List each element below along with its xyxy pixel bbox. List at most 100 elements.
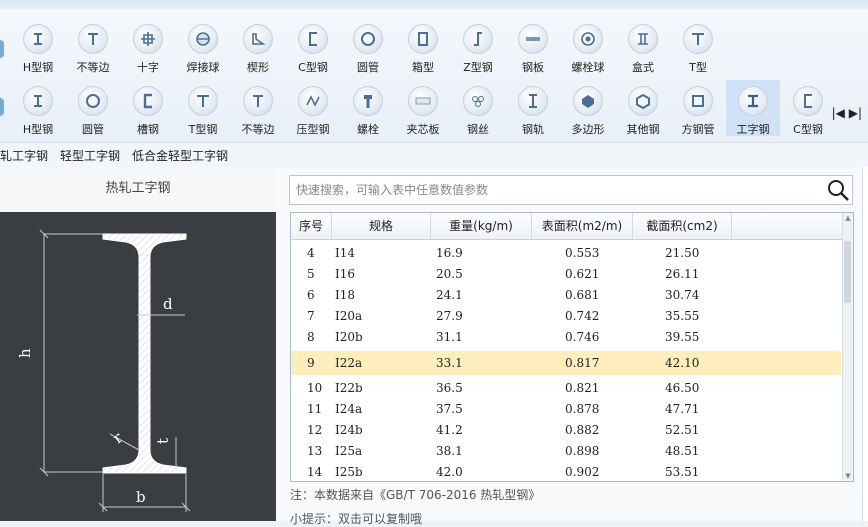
table-cell: I14	[335, 246, 356, 260]
table-scrollbar[interactable]: ▲ ▼	[842, 213, 853, 481]
table-cell: 0.882	[565, 423, 600, 437]
table-row[interactable]: 6 I18 24.1 0.681 30.74	[291, 285, 841, 306]
table-row[interactable]: 8 I20b 31.1 0.746 39.55	[291, 327, 841, 348]
bolt-ball-icon	[573, 24, 603, 54]
tool-other-steel[interactable]: 其他钢	[616, 80, 670, 136]
scroll-up-arrow-icon[interactable]: ▲	[843, 213, 853, 223]
table-row[interactable]: 7 I20a 27.9 0.742 35.55	[291, 306, 841, 327]
sandwich-panel-icon	[408, 86, 438, 116]
table-cell: 30.74	[665, 288, 700, 302]
table-cell: 20.5	[436, 267, 463, 281]
toolbar-nav-arrows[interactable]: |◀ ▶|	[832, 106, 862, 120]
table-row[interactable]: 14 I25b 42.0 0.902 53.51	[291, 462, 841, 481]
tool-unequal-angle[interactable]: 不等边	[66, 18, 120, 74]
table-row[interactable]: 13 I25a 38.1 0.898 48.51	[291, 441, 841, 462]
tool-t-section[interactable]: T型钢	[176, 80, 230, 136]
table-cell: 26.11	[665, 267, 700, 281]
tool-h-beam[interactable]: H型钢	[11, 80, 65, 136]
tool-channel[interactable]: 槽钢	[121, 80, 175, 136]
tool-label: 不等边	[76, 61, 110, 74]
tool-c-channel[interactable]: C型钢	[286, 18, 340, 74]
table-row[interactable]: 10 I22b 36.5 0.821 46.50	[291, 378, 841, 399]
table-row[interactable]: 11 I24a 37.5 0.878 47.71	[291, 399, 841, 420]
i-beam-icon	[738, 86, 768, 116]
tool-round-pipe[interactable]: 圆管	[341, 18, 395, 74]
tool-z-section[interactable]: Z型钢	[451, 18, 505, 74]
t-section-icon	[683, 24, 713, 54]
tool-steel-plate[interactable]: 钢板	[506, 18, 560, 74]
tool-profiled-steel[interactable]: 压型钢	[286, 80, 340, 136]
tool-bolt-ball[interactable]: 螺栓球	[561, 18, 615, 74]
header-index[interactable]: 序号	[291, 213, 332, 239]
tool-h-beam[interactable]: H型钢	[11, 18, 65, 74]
welded-ball-icon	[188, 24, 218, 54]
table-cell: 8	[307, 330, 315, 344]
tool-label: 夹芯板	[406, 123, 440, 136]
unequal-angle-icon	[243, 86, 273, 116]
tool-rail[interactable]: 钢轨	[506, 80, 560, 136]
tool-wedge[interactable]: 楔形	[231, 18, 285, 74]
wedge-icon	[243, 24, 273, 54]
tool-label: 其他钢	[626, 123, 660, 136]
table-cell: I20b	[335, 330, 363, 344]
tool-unequal-angle[interactable]: 不等边	[231, 80, 285, 136]
other-steel-icon	[628, 86, 658, 116]
table-cell: I16	[335, 267, 356, 281]
tool-steel-wire[interactable]: 钢丝	[451, 80, 505, 136]
tool-square-pipe[interactable]: 方钢管	[671, 80, 725, 136]
table-row[interactable]: 9 I22a 33.1 0.817 42.10	[291, 351, 841, 375]
tool-sandwich-panel[interactable]: 夹芯板	[396, 80, 450, 136]
table-cell: 27.9	[436, 309, 463, 323]
table-cell: 42.0	[436, 465, 463, 479]
table-row[interactable]: 5 I16 20.5 0.621 26.11	[291, 264, 841, 285]
tool-polygon[interactable]: 多边形	[561, 80, 615, 136]
header-weight[interactable]: 重量(kg/m)	[431, 213, 532, 239]
profiled-steel-icon	[298, 86, 328, 116]
header-section-area[interactable]: 截面积(cm2)	[633, 213, 732, 239]
tool-cross[interactable]: 十字	[121, 18, 175, 74]
tool-label: Z型钢	[463, 61, 493, 74]
tool-label: 焊接球	[186, 61, 220, 74]
tool-label: 十字	[137, 61, 159, 74]
scroll-down-arrow-icon[interactable]: ▼	[843, 471, 853, 481]
tool-label: 箱型	[412, 61, 434, 74]
tool-label: 压型钢	[296, 123, 330, 136]
tool-i-beam[interactable]: 工字钢	[726, 80, 780, 136]
spec-table: 序号 规格 重量(kg/m) 表面积(m2/m) 截面积(cm2) 4 I14 16…	[290, 212, 854, 482]
search-input[interactable]	[294, 176, 818, 204]
tool-label: C型钢	[298, 61, 328, 74]
table-cell: 47.71	[665, 402, 700, 416]
table-cell: 24.1	[436, 288, 463, 302]
tool-bolt[interactable]: 螺栓	[341, 80, 395, 136]
tool-round-pipe[interactable]: 圆管	[66, 80, 120, 136]
sub-tab-light[interactable]: 轻型工字钢	[60, 147, 120, 164]
header-spec[interactable]: 规格	[332, 213, 431, 239]
tool-c-channel[interactable]: C型钢	[781, 80, 835, 136]
tool-label: 螺栓	[357, 123, 379, 136]
table-row[interactable]: 12 I24b 41.2 0.882 52.51	[291, 420, 841, 441]
table-row[interactable]: 4 I14 16.9 0.553 21.50	[291, 243, 841, 264]
sub-tab-hot-rolled[interactable]: 轧工字钢	[0, 147, 48, 164]
table-cell: 6	[307, 288, 315, 302]
table-cell: I24b	[335, 423, 363, 437]
scroll-thumb[interactable]	[844, 241, 851, 303]
header-surface-area[interactable]: 表面积(m2/m)	[532, 213, 633, 239]
tool-welded-ball[interactable]: 焊接球	[176, 18, 230, 74]
round-pipe-icon	[78, 86, 108, 116]
tool-label: 不等边	[241, 123, 275, 136]
tool-label: 盒式	[632, 61, 654, 74]
table-cell: 13	[307, 444, 323, 458]
tool-box-type[interactable]: 盒式	[616, 18, 670, 74]
sub-tab-low-alloy-light[interactable]: 低合金轻型工字钢	[132, 147, 228, 164]
tool-label: H型钢	[22, 123, 54, 136]
table-cell: 5	[307, 267, 315, 281]
table-cell: 0.742	[565, 309, 600, 323]
tool-t-section[interactable]: T型	[671, 18, 725, 74]
table-header: 序号 规格 重量(kg/m) 表面积(m2/m) 截面积(cm2)	[291, 213, 843, 240]
tool-box-section[interactable]: 箱型	[396, 18, 450, 74]
table-cell: I25a	[335, 444, 363, 458]
table-cell: I25b	[335, 465, 363, 479]
table-cell: 48.51	[665, 444, 700, 458]
search-button[interactable]	[824, 176, 852, 204]
box-type-icon	[628, 24, 658, 54]
